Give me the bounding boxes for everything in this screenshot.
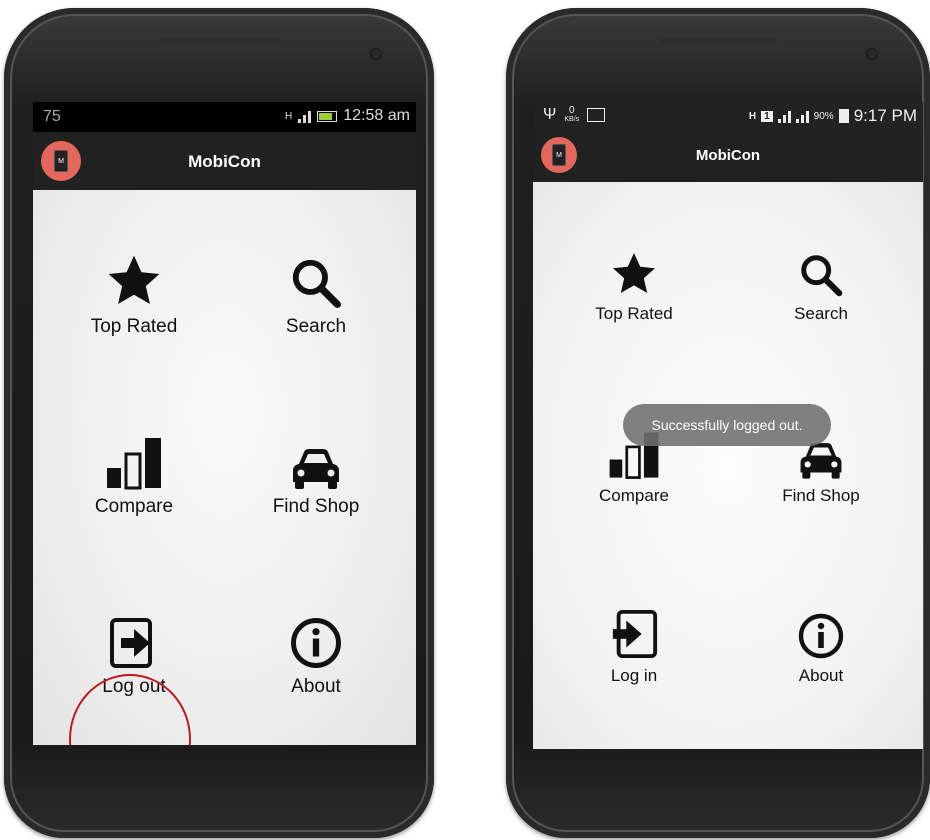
app-bar: M MobiCon (533, 132, 923, 182)
search-icon (736, 244, 906, 298)
signal-icon (777, 109, 791, 123)
battery-percent: 90% (813, 110, 834, 122)
menu-grid: Top Rated Search Compare Find Shop (533, 182, 923, 749)
tile-top-rated[interactable]: Top Rated (49, 255, 219, 338)
info-icon (736, 606, 906, 660)
right-screen: Ψ 0 KB/s H 1 90% 9:17 PM M MobiCon Top R… (533, 102, 923, 749)
tile-login[interactable]: Log in (549, 606, 719, 686)
info-icon (231, 616, 401, 670)
tile-find-shop[interactable]: Find Shop (231, 436, 401, 518)
tile-label: About (291, 676, 341, 697)
left-phone: 75 H 12:58 am M MobiCon Top Rated Search… (4, 8, 434, 838)
status-bar: 75 H 12:58 am (33, 102, 416, 132)
car-icon (231, 436, 401, 490)
tile-search[interactable]: Search (736, 244, 906, 324)
right-phone: Ψ 0 KB/s H 1 90% 9:17 PM M MobiCon Top R… (506, 8, 930, 838)
front-camera (866, 48, 878, 60)
tile-search[interactable]: Search (231, 256, 401, 338)
tile-label: Find Shop (782, 486, 860, 505)
tile-label: Search (285, 316, 347, 337)
tile-label: Top Rated (90, 316, 178, 337)
bar-chart-icon (49, 436, 219, 490)
tile-label: Compare (94, 496, 174, 517)
image-notification-icon (587, 108, 606, 122)
speaker-grille (658, 38, 778, 44)
network-type-indicator: H (285, 110, 293, 122)
tile-label: Compare (599, 486, 669, 505)
tile-label: Find Shop (272, 496, 360, 517)
status-time: 12:58 am (343, 107, 410, 124)
tile-label: Top Rated (595, 304, 673, 323)
tile-label: Log in (610, 666, 658, 685)
usb-icon: Ψ (543, 106, 557, 123)
app-bar: M MobiCon (33, 132, 416, 190)
status-left-text: 75 (43, 108, 61, 125)
status-right: H 1 90% 9:17 PM (749, 106, 917, 126)
status-time: 9:17 PM (853, 106, 917, 125)
logout-icon (49, 616, 219, 670)
status-bar: Ψ 0 KB/s H 1 90% 9:17 PM (533, 102, 923, 132)
data-rate-indicator: 0 KB/s (564, 105, 580, 124)
left-screen: 75 H 12:58 am M MobiCon Top Rated Search… (33, 102, 416, 745)
tile-top-rated[interactable]: Top Rated (549, 244, 719, 324)
star-icon (49, 255, 219, 310)
status-left: Ψ 0 KB/s (543, 105, 606, 124)
signal-icon-2 (795, 109, 809, 123)
star-icon (549, 244, 719, 298)
tile-about[interactable]: About (736, 606, 906, 686)
signal-icon (298, 109, 312, 123)
menu-grid: Top Rated Search Compare Find Shop (33, 190, 416, 745)
network-type-indicator: H (748, 110, 757, 122)
status-right: H 12:58 am (285, 107, 410, 125)
tile-about[interactable]: About (231, 616, 401, 698)
battery-icon (838, 109, 849, 123)
login-icon (549, 606, 719, 660)
tile-compare[interactable]: Compare (49, 436, 219, 518)
app-title: MobiCon (188, 152, 261, 171)
app-title: MobiCon (695, 147, 761, 164)
battery-icon (317, 110, 338, 122)
tile-label: About (798, 666, 844, 685)
tile-label: Search (794, 304, 848, 323)
speaker-grille (159, 38, 279, 44)
toast-message: Successfully logged out. (623, 404, 831, 446)
search-icon (231, 256, 401, 310)
front-camera (370, 48, 382, 60)
sim-indicator: 1 (761, 110, 773, 122)
